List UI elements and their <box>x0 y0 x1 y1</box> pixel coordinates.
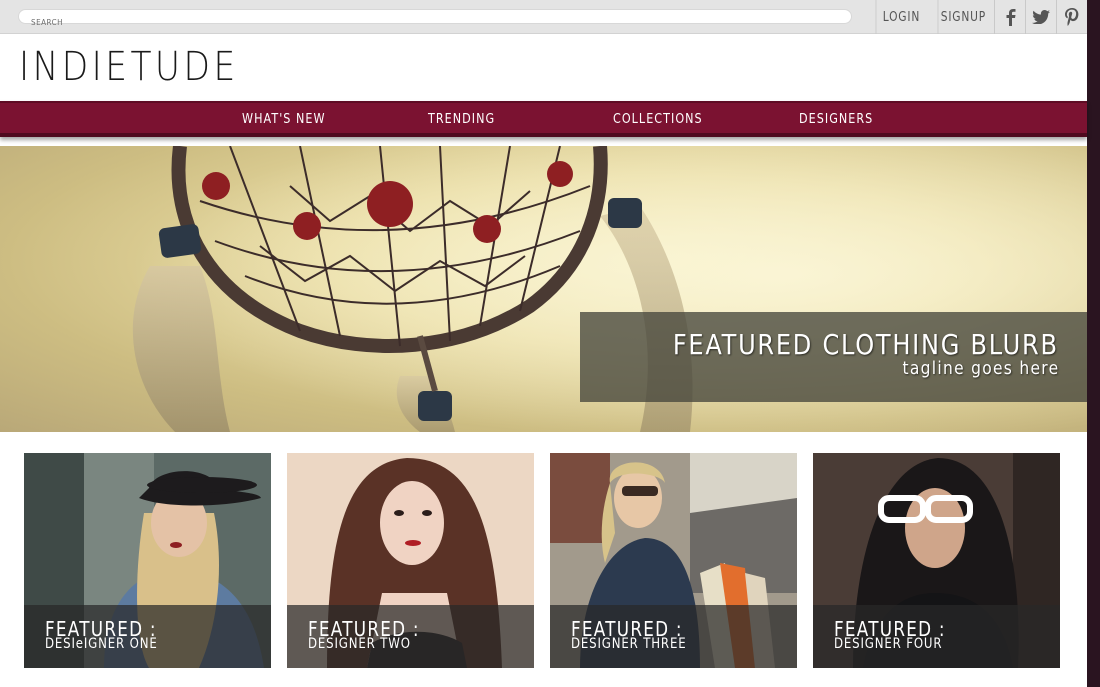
card-caption: FEATURED : DESIGNER THREE <box>550 605 797 668</box>
search-input[interactable] <box>19 16 851 29</box>
card-caption-designer: DESIGNER TWO <box>308 636 411 652</box>
search-box[interactable] <box>18 9 852 29</box>
card-caption-designer: DESIGNER THREE <box>571 636 687 652</box>
nav-trending[interactable]: TRENDING <box>428 112 495 127</box>
twitter-icon <box>1032 10 1050 24</box>
featured-card[interactable]: FEATURED : DESIGNER TWO <box>287 453 534 668</box>
card-caption-designer: DESIeIGNER ONE <box>45 636 158 652</box>
facebook-link[interactable] <box>994 0 1025 34</box>
featured-card[interactable]: FEATURED : DESIeIGNER ONE <box>24 453 271 668</box>
top-bar: LOGIN SIGNUP <box>0 0 1087 34</box>
login-link[interactable]: LOGIN <box>875 0 927 34</box>
card-caption: FEATURED : DESIGNER TWO <box>287 605 534 668</box>
facebook-icon <box>1006 9 1016 26</box>
featured-card[interactable]: FEATURED : DESIGNER FOUR <box>813 453 1060 668</box>
page-edge <box>1087 0 1100 687</box>
nav-designers[interactable]: DESIGNERS <box>799 112 873 127</box>
card-caption: FEATURED : DESIGNER FOUR <box>813 605 1060 668</box>
featured-card[interactable]: FEATURED : DESIGNER THREE <box>550 453 797 668</box>
main-nav: WHAT'S NEW TRENDING COLLECTIONS DESIGNER… <box>0 101 1087 137</box>
signup-link[interactable]: SIGNUP <box>937 0 989 34</box>
pinterest-icon <box>1065 8 1079 26</box>
card-caption-designer: DESIGNER FOUR <box>834 636 943 652</box>
card-caption: FEATURED : DESIeIGNER ONE <box>24 605 271 668</box>
featured-blurb[interactable]: FEATURED CLOTHING BLURB tagline goes her… <box>580 312 1087 402</box>
nav-whats-new[interactable]: WHAT'S NEW <box>242 112 326 127</box>
pinterest-link[interactable] <box>1056 0 1087 34</box>
blurb-tagline: tagline goes here <box>902 358 1059 379</box>
blurb-title: FEATURED CLOTHING BLURB <box>673 328 1059 361</box>
twitter-link[interactable] <box>1025 0 1056 34</box>
site-logo[interactable]: INDIETUDE <box>19 44 239 90</box>
nav-collections[interactable]: COLLECTIONS <box>613 112 703 127</box>
